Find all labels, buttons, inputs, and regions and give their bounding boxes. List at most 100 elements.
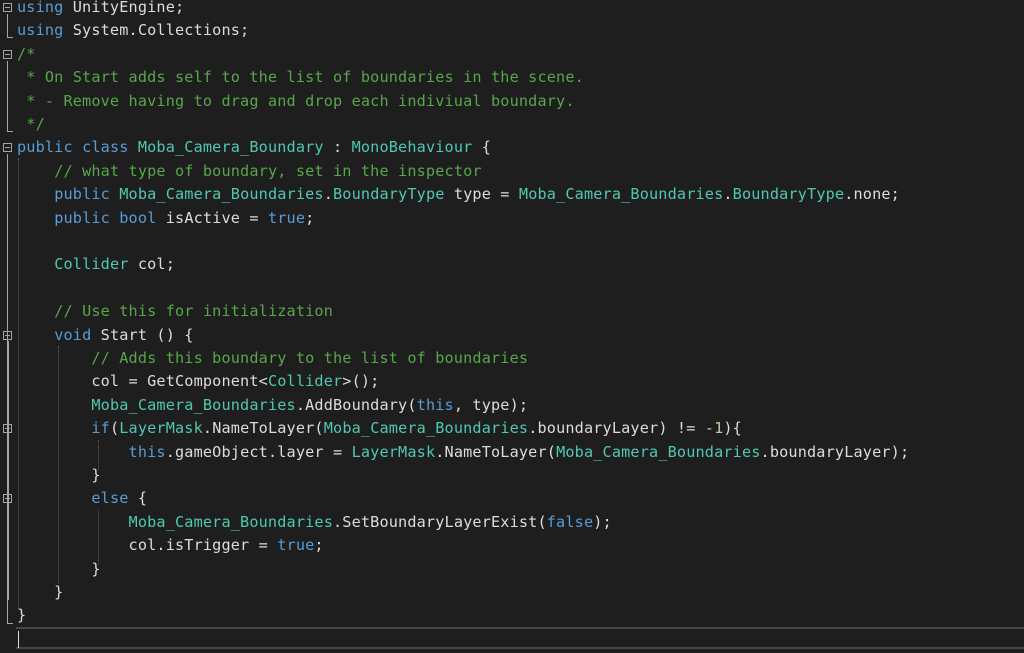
code-token: .boundaryLayer) != [528,419,705,438]
code-line[interactable]: this.gameObject.layer = LayerMask.NameTo… [0,441,1024,464]
code-token: ); [593,512,612,531]
code-token: .NameToLayer( [435,442,557,461]
code-token: // Adds this boundary to the list of bou… [91,349,529,367]
line-gutter [0,136,16,159]
code-token: ){ [723,419,742,438]
code-token: /* [17,44,36,63]
code-line[interactable] [0,277,1024,300]
code-line[interactable]: } [0,604,1024,627]
code-token: this [128,442,166,461]
line-gutter [0,207,16,230]
line-code[interactable]: public class Moba_Camera_Boundary : Mono… [17,136,491,159]
line-gutter [0,90,16,113]
code-token: if [91,419,110,438]
code-token: -1 [704,419,724,438]
line-code[interactable]: else { [17,487,147,510]
code-token: . [323,185,334,204]
code-token: } [17,606,27,625]
code-line[interactable]: using System.Collections; [0,19,1024,42]
line-gutter [0,66,16,89]
code-line[interactable]: } [0,558,1024,581]
line-code[interactable]: // Adds this boundary to the list of bou… [17,347,528,370]
code-line[interactable]: * On Start adds self to the list of boun… [0,66,1024,89]
code-token: bool [119,208,157,227]
line-code[interactable]: public Moba_Camera_Boundaries.BoundaryTy… [17,183,900,206]
line-code[interactable]: */ [17,113,45,136]
code-token: ; [314,536,324,555]
line-code[interactable]: col.isTrigger = true; [17,534,324,557]
line-code[interactable]: using System.Collections; [17,19,249,42]
code-line[interactable]: // Use this for initialization [0,300,1024,323]
code-token: . [723,185,733,204]
code-line[interactable]: Moba_Camera_Boundaries.SetBoundaryLayerE… [0,511,1024,534]
code-token: System.Collections; [63,21,250,40]
line-code[interactable]: this.gameObject.layer = LayerMask.NameTo… [17,441,910,464]
indent-guide-class [18,158,19,608]
code-editor[interactable]: using UnityEngine; using System.Collectio… [0,0,1024,653]
code-token: col; [128,255,176,274]
code-line[interactable]: public bool isActive = true; [0,207,1024,230]
code-line[interactable]: } [0,464,1024,487]
collapse-icon[interactable] [3,49,12,59]
line-code[interactable]: using UnityEngine; [17,0,184,19]
line-code[interactable]: // what type of boundary, set in the ins… [17,160,482,183]
code-line[interactable]: Moba_Camera_Boundaries.AddBoundary(this,… [0,394,1024,417]
code-line[interactable]: if(LayerMask.NameToLayer(Moba_Camera_Bou… [0,417,1024,440]
code-line[interactable]: * - Remove having to drag and drop each … [0,90,1024,113]
code-token: UnityEngine; [63,0,185,16]
code-token: false [546,512,594,531]
line-code[interactable]: public bool isActive = true; [17,207,314,230]
line-gutter [0,604,16,627]
code-line[interactable]: void Start () { [0,324,1024,347]
line-code[interactable]: if(LayerMask.NameToLayer(Moba_Camera_Bou… [17,417,742,440]
code-line[interactable] [0,230,1024,253]
line-code[interactable]: Moba_Camera_Boundaries.SetBoundaryLayerE… [17,511,612,534]
code-token: col = GetComponent< [17,372,268,391]
line-code[interactable]: col = GetComponent<Collider>(); [17,370,379,393]
line-code[interactable]: * - Remove having to drag and drop each … [17,90,575,113]
code-line[interactable]: Collider col; [0,253,1024,276]
code-token: using [17,0,64,16]
line-code[interactable]: void Start () { [17,324,194,347]
code-line[interactable]: /* [0,43,1024,66]
code-line[interactable]: // Adds this boundary to the list of bou… [0,347,1024,370]
line-code[interactable]: /* [17,43,36,66]
code-token: void [54,325,92,344]
line-code[interactable]: // Use this for initialization [17,300,333,323]
code-token: Moba_Camera_Boundaries [128,512,333,531]
code-token: using [17,21,64,40]
code-line[interactable]: col.isTrigger = true; [0,534,1024,557]
code-line[interactable]: else { [0,487,1024,510]
line-code[interactable]: Collider col; [17,253,175,276]
code-token: Moba_Camera_Boundaries [556,442,761,461]
code-line[interactable]: */ [0,113,1024,136]
code-token: col.isTrigger = [17,536,278,555]
code-token: this [416,395,454,414]
line-gutter [0,43,16,66]
line-gutter [0,183,16,206]
code-line[interactable]: // what type of boundary, set in the ins… [0,160,1024,183]
collapse-icon[interactable] [3,3,12,12]
code-token: */ [17,115,45,133]
code-line[interactable]: public Moba_Camera_Boundaries.BoundaryTy… [0,183,1024,206]
collapse-icon[interactable] [3,143,12,153]
indent-guide-else [98,510,99,565]
line-code[interactable]: } [17,581,63,604]
code-line[interactable]: col = GetComponent<Collider>(); [0,370,1024,393]
line-code[interactable]: * On Start adds self to the list of boun… [17,66,584,89]
code-token: LayerMask [119,419,203,438]
code-line[interactable]: using UnityEngine; [0,0,1024,19]
line-code[interactable]: Moba_Camera_Boundaries.AddBoundary(this,… [17,394,528,417]
code-line[interactable]: public class Moba_Camera_Boundary : Mono… [0,136,1024,159]
code-token: Collider [54,255,129,274]
code-line[interactable]: } [0,581,1024,604]
code-token: MonoBehaviour [351,138,473,157]
